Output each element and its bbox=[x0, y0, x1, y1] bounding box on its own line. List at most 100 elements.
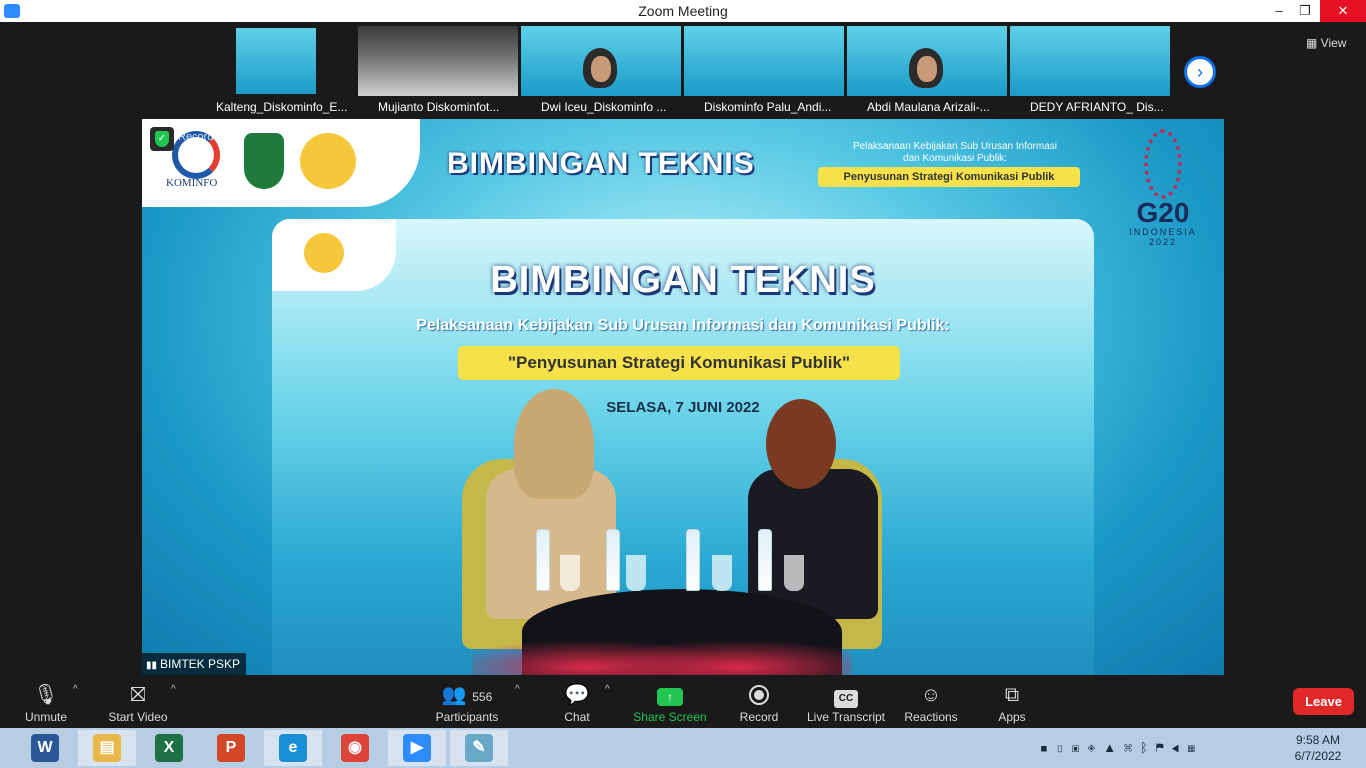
taskbar-app[interactable]: P bbox=[202, 730, 260, 766]
chevron-right-icon[interactable]: › bbox=[1184, 56, 1216, 88]
video-off-icon: ⛝ bbox=[130, 684, 146, 706]
participant-tile[interactable]: ⊘ Diskominfo Palu_Andi... bbox=[684, 26, 844, 118]
video-thumbnail bbox=[358, 26, 518, 96]
g20-logo: G20 INDONESIA 2022 bbox=[1118, 129, 1208, 247]
word-icon: W bbox=[31, 734, 59, 762]
glass bbox=[626, 555, 646, 591]
mascot-logo bbox=[300, 133, 356, 189]
volume-icon[interactable]: ◀ bbox=[1172, 740, 1188, 755]
chevron-up-icon[interactable]: ^ bbox=[171, 684, 176, 695]
participant-strip: ⊘ Kalteng_Diskominfo_E... ⊘ Mujianto Dis… bbox=[196, 26, 1176, 118]
participants-count: 556 bbox=[472, 690, 493, 704]
clock-date: 6/7/2022 bbox=[1294, 749, 1342, 763]
video-thumbnail bbox=[236, 28, 316, 94]
antivirus-icon[interactable]: ◈ bbox=[1087, 740, 1103, 755]
chevron-up-icon[interactable]: ^ bbox=[605, 684, 610, 695]
active-speaker-video: KOMINFO ✓ Recording BIMBINGAN TEKNIS Pel… bbox=[142, 119, 1224, 675]
chevron-up-icon[interactable]: ^ bbox=[73, 684, 78, 695]
taskbar-clock[interactable]: 9:58 AM 6/7/2022 bbox=[1288, 732, 1348, 764]
view-button[interactable]: ▦ View bbox=[1306, 36, 1346, 50]
network-icon[interactable]: ⌘ bbox=[1124, 740, 1140, 755]
zoom-tray-icon[interactable]: ▣ bbox=[1072, 740, 1088, 755]
taskbar-app[interactable]: ✎ bbox=[450, 730, 508, 766]
speaker-right-head bbox=[766, 399, 836, 489]
signal-icon: ▮▮ bbox=[146, 660, 158, 671]
participant-tile[interactable]: ⊘ DEDY AFRIANTO_ Dis... bbox=[1010, 26, 1170, 118]
chat-bubble-icon[interactable]: ◼ bbox=[1040, 740, 1056, 755]
windows-taskbar: W ▤ X Pe ◉ ▶ ✎ ◼▯▣◈▲⌘ᛒ⚑◀▦ 9:58 AM 6/7/2022 bbox=[0, 728, 1366, 768]
start-video-button[interactable]: ⛝ Start Video bbox=[100, 682, 176, 724]
meeting-toolbar: 🎙 Unmute ^ ⛝ Start Video ^ 👥 556 Partici… bbox=[0, 678, 1366, 728]
clock-time: 9:58 AM bbox=[1295, 733, 1341, 747]
video-thumbnail bbox=[847, 26, 1007, 96]
glass bbox=[712, 555, 732, 591]
smiley-plus-icon: ☺ bbox=[920, 684, 942, 706]
battery-icon[interactable]: ▯ bbox=[1056, 740, 1072, 755]
shield-icon: ✓ bbox=[155, 131, 169, 147]
wifi-icon[interactable]: ▲ bbox=[1103, 740, 1124, 755]
file-explorer-icon: ▤ bbox=[93, 734, 121, 762]
grid-icon: ▦ bbox=[1306, 36, 1321, 50]
participant-tile[interactable]: ⊘ Mujianto Diskominfot... bbox=[358, 26, 518, 118]
banner-caption: Pelaksanaan Kebijakan Sub Urusan Informa… bbox=[852, 141, 1057, 164]
taskbar-app[interactable]: W bbox=[16, 730, 74, 766]
bottle bbox=[606, 529, 620, 591]
participant-tile[interactable]: ⊘ Abdi Maulana Arizali-... bbox=[847, 26, 1007, 118]
close-button[interactable]: ✕ bbox=[1320, 0, 1366, 22]
record-icon bbox=[749, 685, 769, 705]
participant-name: Diskominfo Palu_Andi... bbox=[684, 96, 844, 118]
glass bbox=[784, 555, 804, 591]
participant-name: Abdi Maulana Arizali-... bbox=[847, 96, 1007, 118]
stage-screen: BIMBINGAN TEKNIS Pelaksanaan Kebijakan S… bbox=[272, 219, 1094, 675]
meeting-stage: ⊘ Kalteng_Diskominfo_E... ⊘ Mujianto Dis… bbox=[0, 22, 1366, 678]
chat-button[interactable]: 💬 Chat bbox=[554, 682, 600, 724]
notes-icon: ✎ bbox=[465, 734, 493, 762]
video-thumbnail bbox=[684, 26, 844, 96]
security-badge[interactable]: ✓ bbox=[150, 127, 174, 151]
participants-button[interactable]: 👥 556 Participants bbox=[430, 682, 504, 724]
reactions-button[interactable]: ☺ Reactions bbox=[902, 682, 960, 724]
flag-icon[interactable]: ⚑ bbox=[1156, 740, 1172, 755]
participant-tile[interactable]: ⊘ Dwi Iceu_Diskominfo ... bbox=[521, 26, 681, 118]
chrome-icon: ◉ bbox=[341, 734, 369, 762]
zoom-icon: ▶ bbox=[403, 734, 431, 762]
closed-captions-icon: CC bbox=[834, 690, 858, 708]
screen-caption: Pelaksanaan Kebijakan Sub Urusan Informa… bbox=[416, 317, 950, 334]
bottle bbox=[536, 529, 550, 591]
chevron-up-icon[interactable]: ^ bbox=[515, 684, 520, 695]
video-thumbnail bbox=[521, 26, 681, 96]
video-thumbnail bbox=[1010, 26, 1170, 96]
recording-label: Recording bbox=[178, 131, 229, 143]
edge-icon: e bbox=[279, 734, 307, 762]
unmute-button[interactable]: 🎙 Unmute bbox=[16, 682, 76, 724]
taskbar-app[interactable]: ▤ bbox=[78, 730, 136, 766]
live-transcript-button[interactable]: CC Live Transcript bbox=[804, 682, 888, 724]
taskbar-app[interactable]: X bbox=[140, 730, 198, 766]
taskbar-app[interactable]: e bbox=[264, 730, 322, 766]
participants-icon: 👥 bbox=[441, 684, 467, 706]
system-tray[interactable]: ◼▯▣◈▲⌘ᛒ⚑◀▦ bbox=[1040, 740, 1203, 755]
maximize-button[interactable]: ❐ bbox=[1288, 0, 1322, 22]
chat-icon: 💬 bbox=[564, 684, 590, 706]
share-screen-button[interactable]: ↑ Share Screen bbox=[632, 682, 708, 724]
bottle bbox=[686, 529, 700, 591]
record-button[interactable]: Record bbox=[736, 682, 782, 724]
taskbar-app[interactable]: ▶ bbox=[388, 730, 446, 766]
participant-tile[interactable]: ⊘ Kalteng_Diskominfo_E... bbox=[196, 26, 356, 118]
banner-title: BIMBINGAN TEKNIS bbox=[447, 147, 755, 180]
g20-emblem bbox=[1144, 129, 1182, 199]
kominfo-logo-text: KOMINFO bbox=[166, 177, 218, 189]
screen-pill: "Penyusunan Strategi Komunikasi Publik" bbox=[458, 346, 900, 380]
taskbar-app[interactable]: ◉ bbox=[326, 730, 384, 766]
leave-button[interactable]: Leave bbox=[1293, 688, 1354, 715]
window-title: Zoom Meeting bbox=[638, 3, 728, 19]
apps-button[interactable]: ⧉ Apps bbox=[994, 682, 1030, 724]
speaker-name-tag: ▮▮ BIMTEK PSKP bbox=[142, 653, 247, 675]
muted-microphone-icon: 🎙 bbox=[33, 684, 59, 706]
bluetooth-icon[interactable]: ᛒ bbox=[1140, 740, 1156, 755]
powerpoint-icon: P bbox=[217, 734, 245, 762]
screen-date: SELASA, 7 JUNI 2022 bbox=[606, 399, 760, 416]
keyboard-icon[interactable]: ▦ bbox=[1187, 740, 1203, 755]
banner-pill: Penyusunan Strategi Komunikasi Publik bbox=[818, 167, 1080, 187]
participant-name: DEDY AFRIANTO_ Dis... bbox=[1010, 96, 1170, 118]
